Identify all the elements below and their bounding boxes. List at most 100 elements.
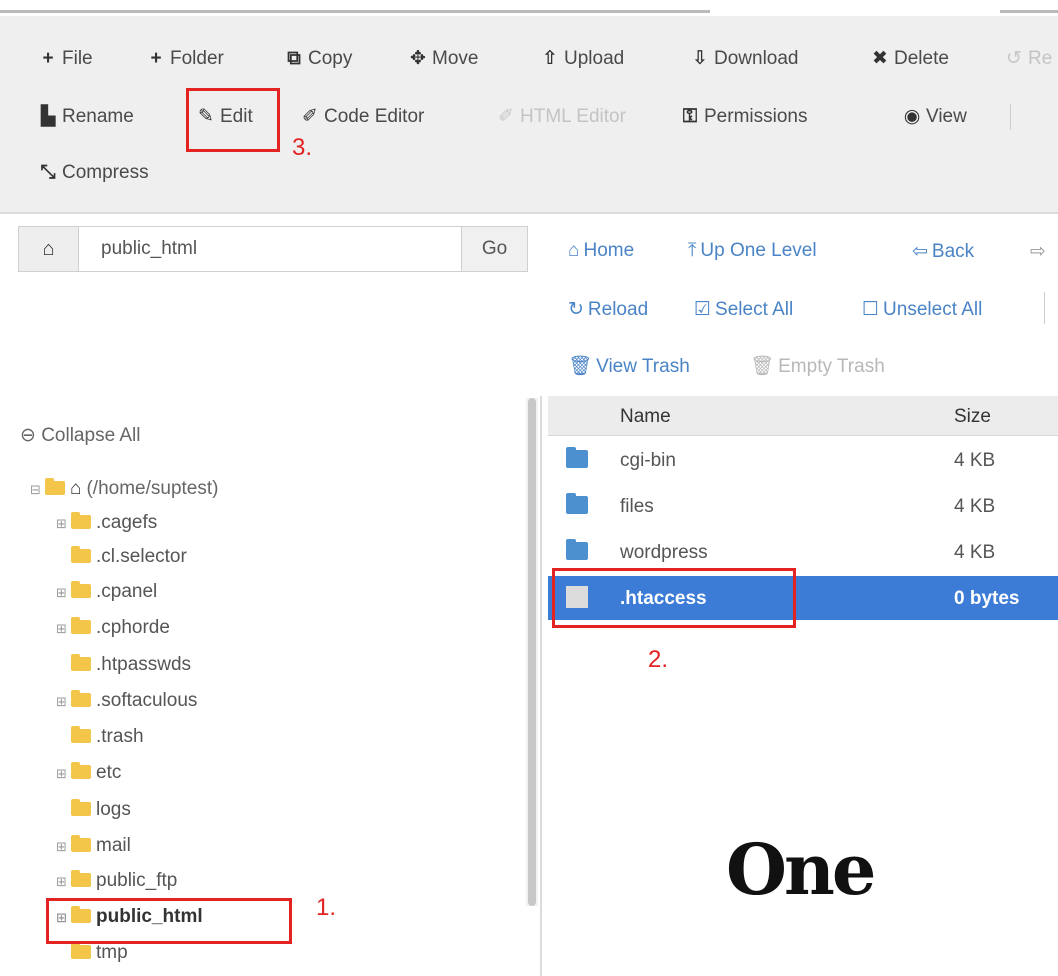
download-label: Download (714, 48, 799, 69)
column-header-size[interactable]: Size (954, 406, 991, 428)
edit-highlight-box (186, 88, 280, 152)
restore-button[interactable]: ↺ Re (1004, 42, 1052, 76)
expand-icon: ⊞ (56, 874, 67, 889)
tree-item-cpanel[interactable]: ⊞ .cpanel (56, 577, 157, 607)
file-manager-toolbar: + File + Folder ⧉ Copy ✥ Move ⇧ Upload ⇩ Downl… (0, 16, 1058, 214)
key-icon: ⚿ (682, 106, 698, 127)
collapse-all-label: Collapse All (41, 425, 141, 446)
tree-item-mail[interactable]: ⊞ mail (56, 831, 131, 861)
tree-item-label: .cl.selector (96, 546, 187, 567)
folder-icon (566, 447, 588, 468)
forward-arrow-icon[interactable]: ⇨ (1030, 240, 1046, 263)
view-button[interactable]: ◉ View (902, 100, 967, 134)
tree-scrollbar-thumb[interactable] (528, 398, 536, 906)
folder-icon (71, 512, 91, 529)
plus-icon: + (42, 48, 54, 69)
up-one-level-button[interactable]: ⤒ Up One Level (688, 240, 817, 262)
tree-item-label: .trash (96, 726, 144, 747)
restore-icon: ↺ (1006, 48, 1022, 69)
html-editor-label: HTML Editor (520, 106, 626, 127)
tree-item-softaculous[interactable]: ⊞ .softaculous (56, 686, 197, 716)
tree-root-label: (/home/suptest) (86, 478, 219, 499)
restore-label: Re (1028, 48, 1053, 69)
reload-button[interactable]: ↻ Reload (568, 298, 648, 321)
folder-icon (566, 493, 588, 514)
checkbox-empty-icon: ☐ (862, 299, 880, 320)
watermark-logo: One (726, 828, 876, 911)
move-icon: ✥ (410, 48, 426, 69)
empty-trash-button[interactable]: 🗑 Empty Trash (750, 354, 885, 378)
code-editor-icon: ✐ (302, 106, 318, 127)
unselect-all-button[interactable]: ☐ Unselect All (862, 298, 982, 321)
new-file-button[interactable]: + File (38, 42, 92, 76)
permissions-button[interactable]: ⚿ Permissions (680, 100, 808, 134)
tree-item-label: .cphorde (96, 617, 170, 638)
tree-item-label: .htpasswds (96, 654, 192, 675)
pane-divider[interactable] (540, 396, 542, 976)
folder-icon (71, 617, 91, 634)
tree-item-public-ftp[interactable]: ⊞ public_ftp (56, 866, 177, 896)
copy-button[interactable]: ⧉ Copy (284, 42, 352, 76)
folder-icon (71, 870, 91, 887)
view-trash-button[interactable]: 🗑 View Trash (568, 354, 690, 378)
folder-icon (71, 726, 91, 743)
tree-item-logs[interactable]: logs (71, 795, 131, 825)
reload-icon: ↻ (568, 299, 584, 320)
tree-item-etc[interactable]: ⊞ etc (56, 758, 121, 788)
go-button[interactable]: Go (461, 227, 527, 271)
code-editor-button[interactable]: ✐ Code Editor (300, 100, 424, 134)
path-input[interactable] (81, 227, 461, 271)
upload-button[interactable]: ⇧ Upload (540, 42, 624, 76)
folder-icon (71, 762, 91, 779)
tree-item-cphorde[interactable]: ⊞ .cphorde (56, 613, 170, 643)
new-folder-label: Folder (170, 48, 224, 69)
tree-item-label: tmp (96, 942, 128, 963)
view-trash-label: View Trash (596, 356, 690, 377)
home-icon[interactable]: ⌂ (19, 227, 79, 271)
file-row-cgi-bin[interactable]: cgi-bin 4 KB (548, 438, 1058, 482)
move-button[interactable]: ✥ Move (408, 42, 478, 76)
folder-icon (71, 942, 91, 959)
tree-item-htpasswds[interactable]: .htpasswds (71, 650, 191, 680)
tree-item-trash[interactable]: .trash (71, 722, 144, 752)
download-button[interactable]: ⇩ Download (690, 42, 799, 76)
folder-icon (45, 478, 65, 495)
tree-item-cl-selector[interactable]: .cl.selector (71, 542, 187, 572)
collapse-icon: ⊖ (20, 425, 36, 446)
file-row-files[interactable]: files 4 KB (548, 484, 1058, 528)
tree-root[interactable]: ⊟ ⌂ (/home/suptest) (30, 474, 218, 504)
public-html-highlight-box (46, 898, 292, 944)
annotation-marker-2: 2. (648, 646, 669, 673)
column-header-name[interactable]: Name (620, 406, 671, 428)
toolbar-separator (1010, 104, 1011, 130)
rename-label: Rename (62, 106, 134, 127)
tree-item-label: etc (96, 762, 122, 783)
file-size: 0 bytes (954, 588, 1020, 609)
home-nav-button[interactable]: ⌂ Home (568, 240, 634, 262)
select-all-button[interactable]: ☑ Select All (694, 298, 793, 321)
expand-icon: ⊞ (56, 766, 67, 781)
rename-button[interactable]: ▙ Rename (38, 100, 134, 134)
empty-trash-label: Empty Trash (778, 356, 885, 377)
html-editor-button[interactable]: ✐ HTML Editor (496, 100, 626, 134)
folder-icon (566, 539, 588, 560)
code-editor-label: Code Editor (324, 106, 425, 127)
delete-button[interactable]: ✖ Delete (870, 42, 949, 76)
file-list-header: Name Size (548, 396, 1058, 436)
new-folder-button[interactable]: + Folder (146, 42, 224, 76)
tree-item-label: logs (96, 799, 131, 820)
back-button[interactable]: ⇦ Back (912, 240, 974, 263)
tree-item-cagefs[interactable]: ⊞ .cagefs (56, 508, 157, 538)
download-icon: ⇩ (692, 48, 708, 69)
home-icon: ⌂ (70, 478, 82, 499)
permissions-label: Permissions (704, 106, 808, 127)
file-name: files (620, 496, 654, 517)
annotation-marker-1: 1. (316, 894, 337, 921)
compress-button[interactable]: ⤡ Compress (38, 156, 148, 190)
unselect-all-label: Unselect All (883, 299, 983, 320)
top-border (0, 0, 1058, 14)
top-border-segment (0, 10, 710, 13)
tree-item-label: .cagefs (96, 512, 158, 533)
collapse-all-button[interactable]: ⊖ Collapse All (20, 424, 140, 447)
file-size: 4 KB (954, 496, 996, 517)
